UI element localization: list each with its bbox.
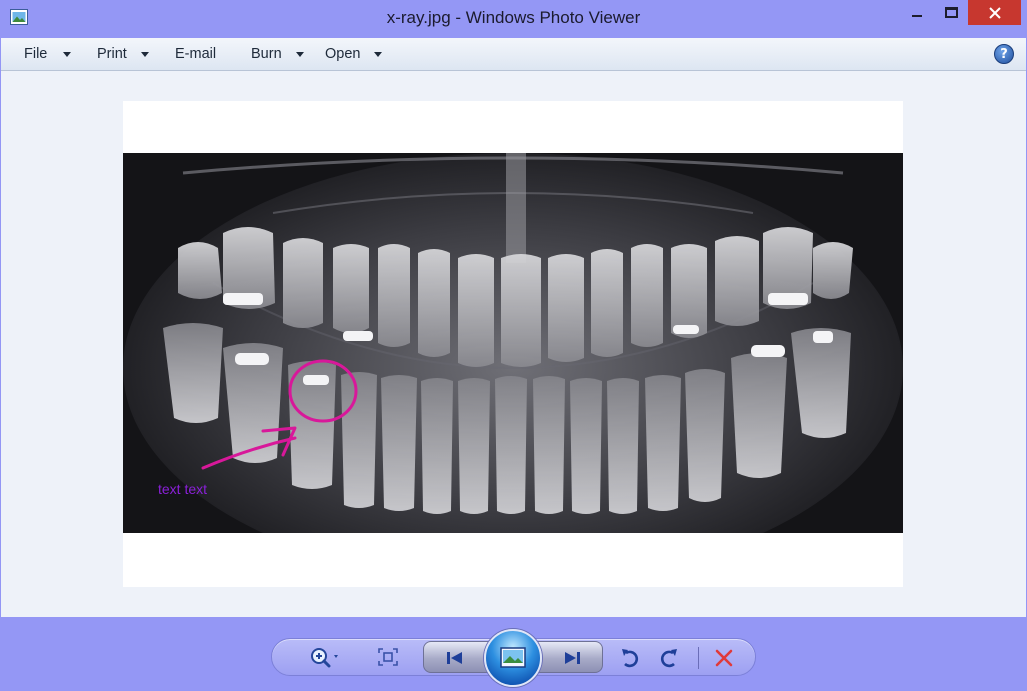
xray-illustration xyxy=(123,153,903,533)
minimize-icon xyxy=(912,14,922,17)
help-button[interactable]: ? xyxy=(994,44,1014,64)
rotate-clockwise-icon xyxy=(660,649,677,668)
menu-print[interactable]: Print xyxy=(97,38,149,70)
dental-xray-image: text text xyxy=(123,153,903,533)
menu-bar: File Print E-mail Burn Open ? xyxy=(1,38,1026,71)
menu-email[interactable]: E-mail xyxy=(175,38,216,70)
rotate-clockwise-button[interactable] xyxy=(656,645,682,671)
slideshow-icon xyxy=(500,647,526,668)
menu-email-label: E-mail xyxy=(175,46,217,62)
menu-print-label: Print xyxy=(97,46,127,62)
photo-frame: text text xyxy=(123,101,903,587)
slideshow-button[interactable] xyxy=(484,629,542,687)
menu-open-label: Open xyxy=(325,46,361,62)
zoom-button[interactable] xyxy=(305,645,345,669)
annotation-text: text text xyxy=(158,481,208,497)
actual-size-button[interactable] xyxy=(376,647,400,667)
menu-file[interactable]: File xyxy=(24,38,72,70)
open-dropdown-icon[interactable] xyxy=(374,51,383,57)
rotate-counterclockwise-icon xyxy=(622,649,639,668)
image-viewport[interactable]: text text xyxy=(1,71,1026,617)
title-bar[interactable]: x-ray.jpg - Windows Photo Viewer xyxy=(0,0,1027,38)
print-dropdown-icon[interactable] xyxy=(140,51,149,57)
bottom-toolbar xyxy=(0,617,1027,691)
menu-open[interactable]: Open xyxy=(325,38,383,70)
previous-button[interactable] xyxy=(440,647,470,669)
zoom-icon xyxy=(311,648,338,668)
menu-burn-label: Burn xyxy=(251,46,282,62)
menu-file-label: File xyxy=(24,46,48,62)
window-title: x-ray.jpg - Windows Photo Viewer xyxy=(386,8,641,27)
actual-size-icon xyxy=(378,648,398,666)
previous-icon xyxy=(447,652,462,664)
burn-dropdown-icon[interactable] xyxy=(295,51,304,57)
minimize-button[interactable] xyxy=(900,0,934,25)
toolbar-divider xyxy=(698,647,699,669)
next-button[interactable] xyxy=(557,647,587,669)
rotate-counterclockwise-button[interactable] xyxy=(617,645,643,671)
menu-burn[interactable]: Burn xyxy=(251,38,304,70)
help-icon: ? xyxy=(1000,46,1008,62)
maximize-icon xyxy=(944,7,958,18)
file-dropdown-icon[interactable] xyxy=(63,51,72,57)
photo-viewer-window: x-ray.jpg - Windows Photo Viewer File Pr… xyxy=(0,0,1027,691)
close-icon xyxy=(988,6,1001,19)
delete-button[interactable] xyxy=(711,646,737,670)
maximize-button[interactable] xyxy=(934,0,968,25)
next-icon xyxy=(565,652,580,664)
delete-icon xyxy=(715,649,733,667)
close-button[interactable] xyxy=(968,0,1021,25)
